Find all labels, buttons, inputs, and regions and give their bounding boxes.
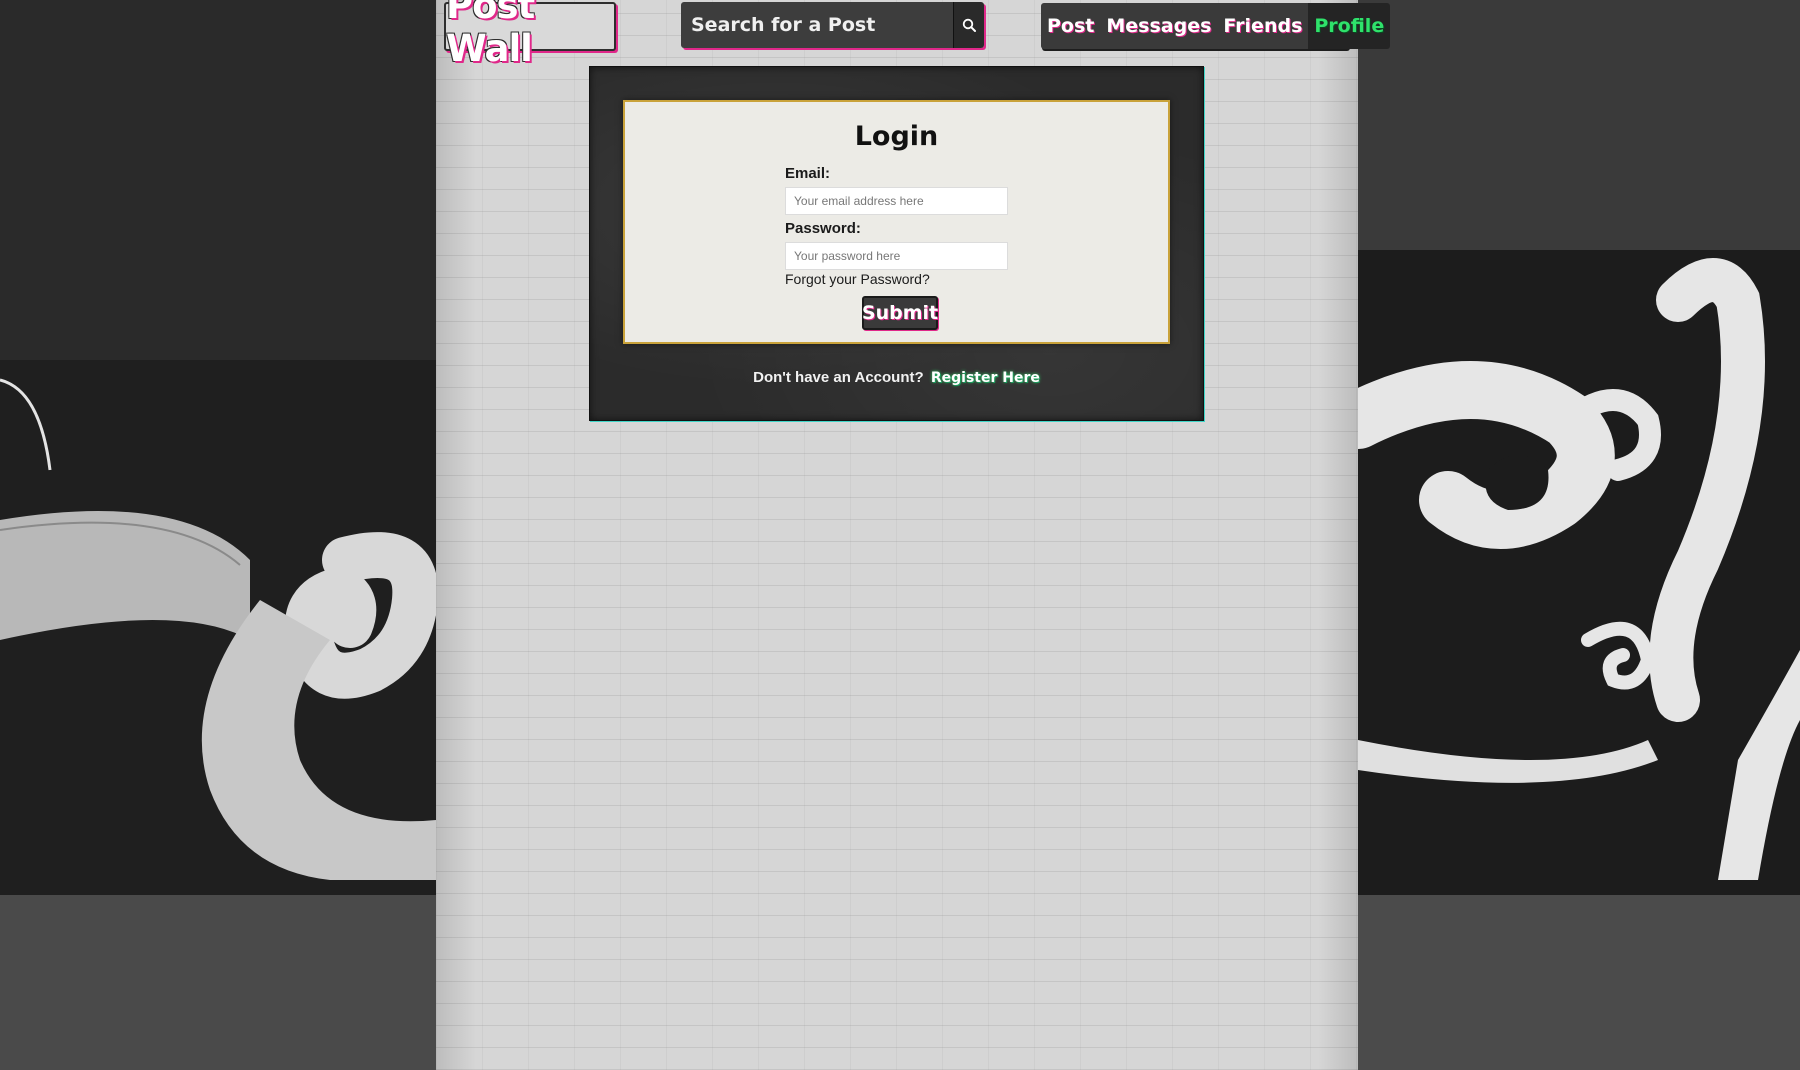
nav-item-friends[interactable]: Friends [1217, 3, 1308, 49]
password-field[interactable] [785, 242, 1008, 270]
login-panel: Login Email: Password: Forgot your Passw… [589, 66, 1204, 421]
register-line: Don't have an Account? Register Here [590, 369, 1203, 386]
background-right-art [1358, 0, 1800, 1070]
email-field[interactable] [785, 187, 1008, 215]
login-card: Login Email: Password: Forgot your Passw… [623, 100, 1170, 344]
search-input[interactable] [681, 2, 953, 48]
register-link[interactable]: Register Here [931, 370, 1040, 386]
email-label: Email: [785, 165, 831, 182]
site-logo[interactable]: Post Wall [444, 0, 616, 70]
background-left-art [0, 0, 436, 1070]
nav-item-post[interactable]: Post [1041, 3, 1100, 49]
search-icon [962, 18, 976, 32]
search-bar [681, 2, 984, 48]
nav-item-messages[interactable]: Messages [1100, 3, 1217, 49]
main-nav: Post Messages Friends Profile [1041, 3, 1391, 49]
register-prompt: Don't have an Account? [753, 369, 924, 386]
forgot-password-link[interactable]: Forgot your Password? [785, 271, 930, 287]
search-button[interactable] [953, 2, 984, 48]
submit-button[interactable]: Submit [862, 296, 938, 330]
login-title: Login [854, 121, 939, 152]
nav-item-profile[interactable]: Profile [1308, 3, 1391, 49]
password-label: Password: [785, 220, 861, 237]
